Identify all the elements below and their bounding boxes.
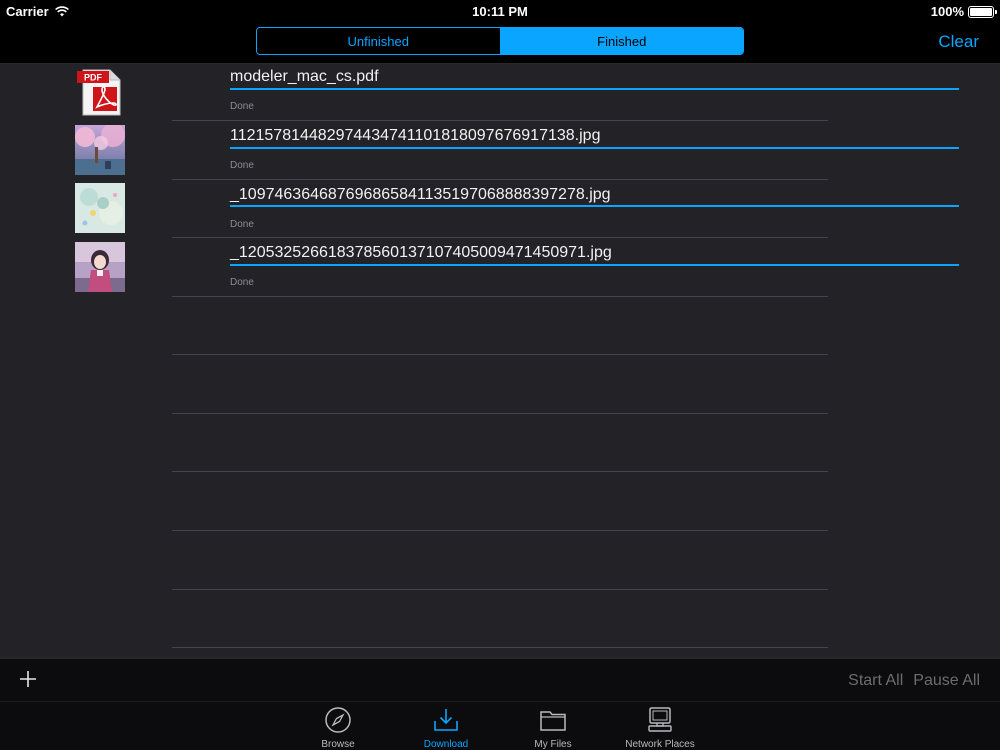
- progress-bar: [230, 205, 959, 207]
- row-divider: [172, 237, 828, 238]
- tab-label: Network Places: [625, 739, 695, 750]
- file-name: modeler_mac_cs.pdf: [230, 68, 379, 85]
- row-divider: [172, 296, 828, 297]
- row-divider: [172, 530, 828, 531]
- file-name: _12053252661837856013710740500947145​097…: [230, 244, 612, 261]
- file-status: Done: [230, 101, 254, 112]
- battery-percent: 100%: [930, 4, 964, 19]
- row-divider: [172, 120, 828, 121]
- file-name: 1121578144829744347411018180976769171​38…: [230, 127, 601, 144]
- tab-bar: Browse Download My Files Network Places: [0, 701, 1000, 750]
- tab-browse[interactable]: Browse: [293, 706, 383, 750]
- file-status: Done: [230, 277, 254, 288]
- pdf-icon: PDF: [77, 69, 121, 116]
- image-thumbnail: [75, 125, 125, 175]
- computer-icon: [648, 707, 672, 732]
- row-divider: [172, 471, 828, 472]
- status-bar: Carrier 10:11 PM 100%: [0, 0, 1000, 22]
- toolbar-actions: Start All Pause All: [848, 672, 980, 690]
- row-divider: [172, 354, 828, 355]
- row-divider: [172, 647, 828, 648]
- row-divider: [172, 589, 828, 590]
- bottom-toolbar: Start All Pause All: [0, 658, 1000, 701]
- clear-button[interactable]: Clear: [938, 32, 979, 52]
- folder-icon: [540, 711, 566, 731]
- file-status: Done: [230, 160, 254, 171]
- tab-label: Download: [423, 739, 469, 750]
- download-icon: [434, 709, 458, 731]
- navigation-bar: Unfinished Finished Clear: [0, 22, 1000, 64]
- plus-icon[interactable]: [18, 669, 38, 689]
- progress-bar: [230, 147, 959, 149]
- progress-bar: [230, 88, 959, 90]
- tab-download[interactable]: Download: [401, 706, 491, 750]
- battery-icon: [968, 5, 997, 18]
- tab-label: My Files: [534, 739, 572, 750]
- download-list: PDF modeler_mac_cs.pdf Done 112157814482…: [0, 64, 1000, 658]
- clock: 10:11 PM: [472, 4, 528, 19]
- progress-bar: [230, 264, 959, 266]
- pause-all-button[interactable]: Pause All: [913, 672, 980, 690]
- tab-my-files[interactable]: My Files: [508, 706, 598, 750]
- compass-icon: [325, 707, 351, 733]
- tab-network-places[interactable]: Network Places: [615, 706, 705, 750]
- start-all-button[interactable]: Start All: [848, 672, 903, 690]
- file-status: Done: [230, 219, 254, 230]
- segmented-control: Unfinished Finished: [256, 27, 744, 55]
- row-divider: [172, 179, 828, 180]
- tab-label: Browse: [321, 739, 355, 750]
- file-name: _10974636468769686584113519706888839​727…: [230, 186, 611, 203]
- svg-text:PDF: PDF: [84, 73, 103, 83]
- segment-finished[interactable]: Finished: [500, 28, 743, 54]
- segment-unfinished[interactable]: Unfinished: [257, 28, 501, 54]
- image-thumbnail: [75, 183, 125, 233]
- row-divider: [172, 413, 828, 414]
- battery-group: 100%: [930, 4, 997, 19]
- image-thumbnail: [75, 242, 125, 292]
